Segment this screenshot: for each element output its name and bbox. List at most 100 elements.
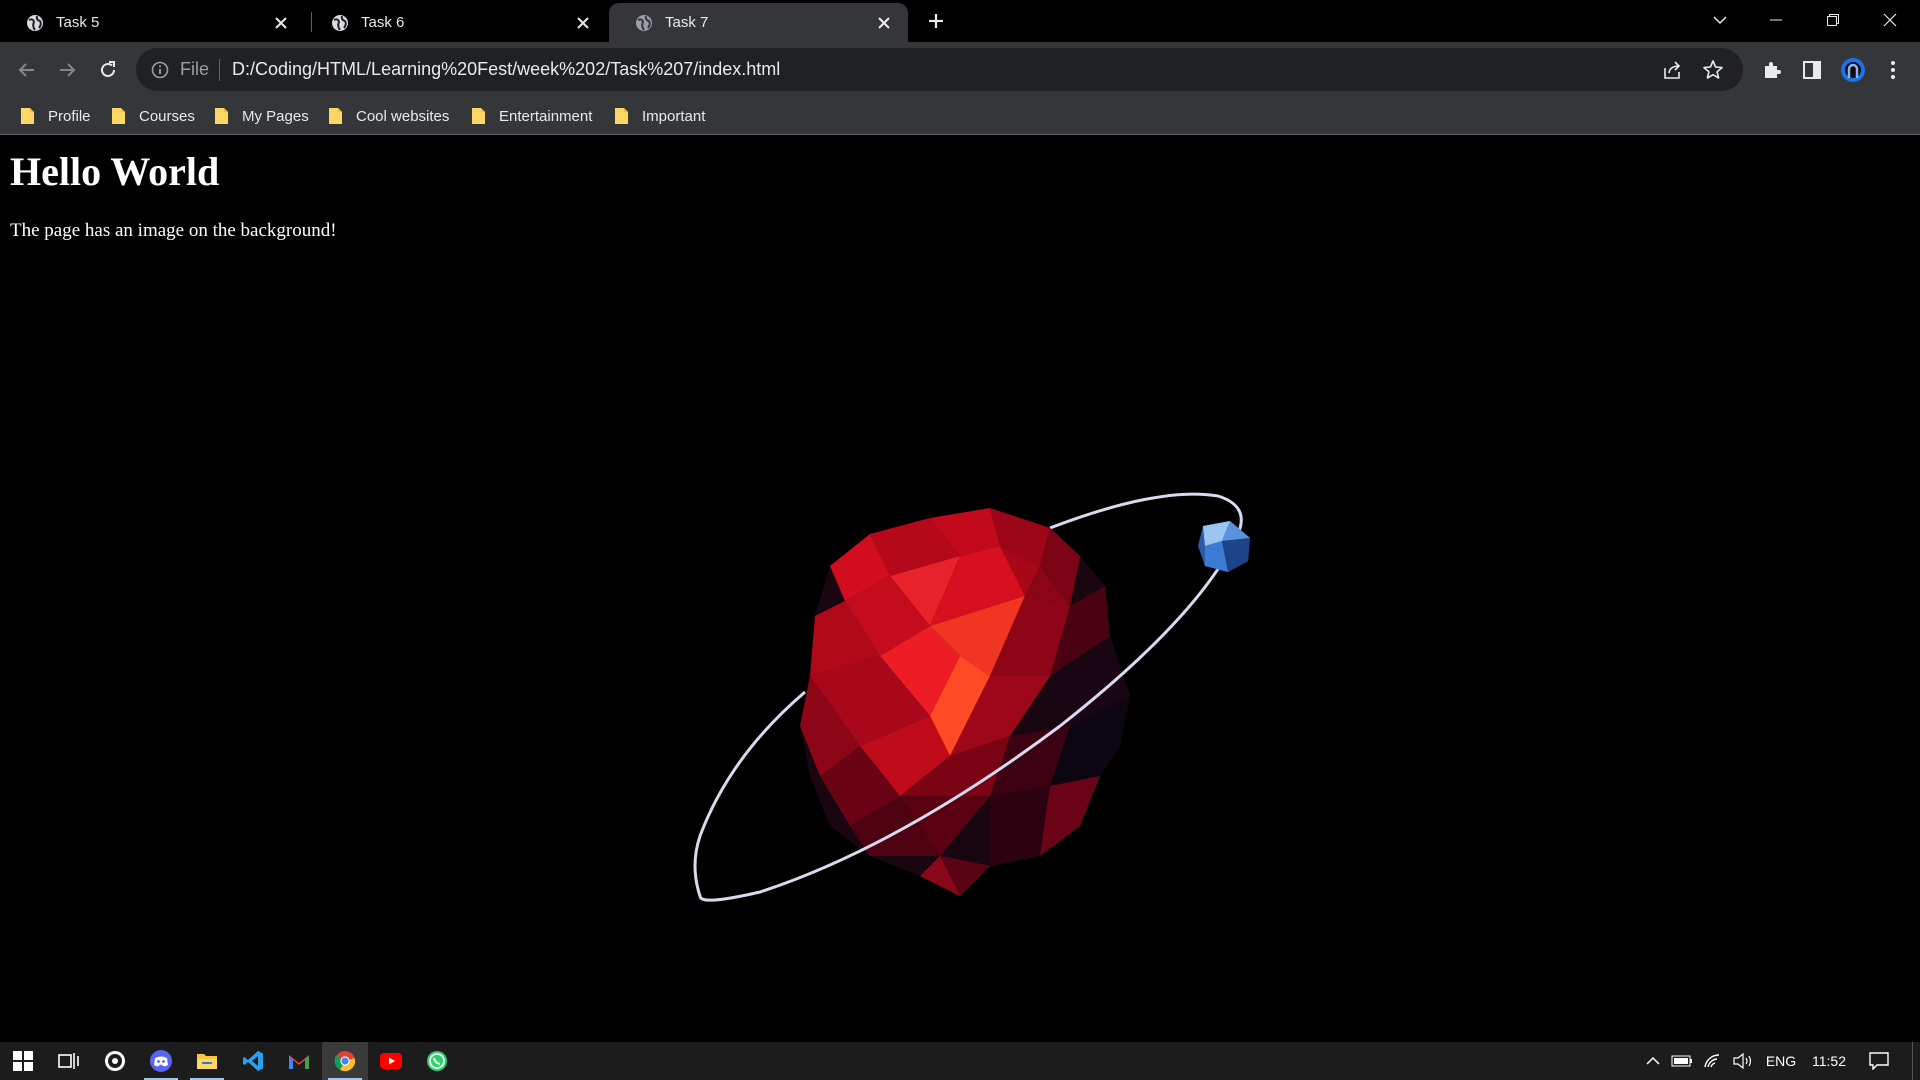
tab-task-5[interactable]: Task 5 (0, 3, 305, 42)
whatsapp-icon (427, 1051, 447, 1071)
bookmark-courses[interactable]: Courses (111, 104, 195, 128)
tab-task-6[interactable]: Task 6 (305, 3, 607, 42)
globe-icon (26, 14, 44, 32)
tab-title: Task 7 (665, 14, 709, 31)
address-divider (219, 58, 221, 81)
folder-icon (20, 107, 36, 125)
bookmark-label: Important (642, 107, 706, 125)
windows-taskbar: ENG 11:52 (0, 1042, 1920, 1080)
taskbar-app-vscode[interactable] (230, 1042, 276, 1080)
plus-icon (929, 14, 943, 28)
globe-icon (331, 14, 349, 32)
tab-search-button[interactable] (1692, 0, 1748, 40)
arrow-right-icon (60, 63, 76, 77)
bookmarks-bar: Profile Courses My Pages Cool websites E… (0, 97, 1920, 135)
wifi-icon (1704, 1054, 1720, 1068)
extensions-button[interactable] (1755, 53, 1789, 87)
bookmark-entertainment[interactable]: Entertainment (471, 104, 592, 128)
folder-icon (197, 1054, 217, 1069)
taskbar-app-discord[interactable] (138, 1042, 184, 1080)
notification-center-button[interactable] (1862, 1042, 1896, 1080)
folder-icon (214, 107, 230, 125)
volume-control[interactable] (1728, 1042, 1758, 1080)
profile-avatar[interactable] (1836, 53, 1870, 87)
youtube-icon (380, 1053, 402, 1069)
vscode-icon (243, 1051, 263, 1071)
show-hidden-icons-button[interactable] (1640, 1042, 1666, 1080)
chevron-down-icon (1713, 16, 1727, 25)
bookmark-label: Cool websites (356, 107, 450, 125)
windows-logo-icon (13, 1051, 33, 1071)
minimize-icon (1770, 19, 1782, 21)
discord-icon (150, 1050, 172, 1072)
speaker-icon (1733, 1053, 1752, 1069)
tab-title: Task 6 (361, 14, 405, 31)
puzzle-icon (1765, 62, 1781, 78)
bookmark-cool-websites[interactable]: Cool websites (328, 104, 449, 128)
taskbar-app-chrome[interactable] (322, 1042, 368, 1080)
bookmark-my-pages[interactable]: My Pages (214, 104, 309, 128)
address-bar[interactable]: File D:/Coding/HTML/Learning%20Fest/week… (136, 48, 1743, 91)
bookmark-profile[interactable]: Profile (20, 104, 91, 128)
taskbar-app-youtube[interactable] (368, 1042, 414, 1080)
folder-icon (614, 107, 630, 125)
browser-toolbar: File D:/Coding/HTML/Learning%20Fest/week… (0, 42, 1920, 97)
restore-icon (1827, 14, 1839, 26)
page-heading: Hello World (10, 149, 220, 194)
close-tab-icon[interactable] (573, 13, 593, 33)
folder-icon (111, 107, 127, 125)
arrow-left-icon (18, 63, 34, 77)
new-tab-button[interactable] (922, 7, 950, 35)
notification-icon (1869, 1052, 1889, 1070)
taskbar-app-whatsapp[interactable] (414, 1042, 460, 1080)
folder-icon (328, 107, 344, 125)
system-clock[interactable]: 11:52 (1806, 1042, 1852, 1080)
close-tab-icon[interactable] (874, 13, 894, 33)
close-window-button[interactable] (1862, 0, 1918, 40)
bookmark-label: Courses (139, 107, 195, 125)
blue-moon (1198, 521, 1250, 572)
minimize-button[interactable] (1748, 0, 1804, 40)
show-desktop-button[interactable] (1912, 1042, 1920, 1080)
restore-button[interactable] (1805, 0, 1861, 40)
battery-icon (1671, 1055, 1692, 1067)
network-status[interactable] (1698, 1042, 1726, 1080)
reload-button[interactable] (91, 53, 125, 87)
address-scheme-label: File (180, 59, 210, 79)
chevron-up-icon (1646, 1056, 1660, 1065)
gmail-icon (289, 1055, 309, 1069)
forward-button[interactable] (50, 53, 84, 87)
avatar-icon (1841, 58, 1865, 82)
tab-title: Task 5 (56, 14, 100, 31)
page-paragraph: The page has an image on the background! (10, 220, 337, 241)
folder-icon (471, 107, 487, 125)
close-tab-icon[interactable] (271, 13, 291, 33)
side-panel-icon (1803, 61, 1821, 79)
side-panel-button[interactable] (1795, 53, 1829, 87)
bookmark-label: My Pages (242, 107, 309, 125)
chrome-menu-button[interactable] (1876, 53, 1910, 87)
tab-task-7[interactable]: Task 7 (609, 3, 908, 42)
site-info-icon[interactable] (150, 60, 170, 80)
reload-icon (101, 61, 115, 77)
task-view-button[interactable] (46, 1042, 92, 1080)
chrome-icon (334, 1051, 356, 1072)
red-planet (800, 508, 1130, 896)
input-language[interactable]: ENG (1760, 1042, 1802, 1080)
address-url[interactable]: D:/Coding/HTML/Learning%20Fest/week%202/… (232, 59, 780, 80)
bookmark-star-icon[interactable] (1699, 56, 1727, 84)
start-button[interactable] (0, 1042, 46, 1080)
taskbar-app-obs[interactable] (92, 1042, 138, 1080)
close-icon (1883, 13, 1897, 27)
task-view-icon (58, 1053, 79, 1069)
back-button[interactable] (10, 53, 44, 87)
page-viewport: Hello World The page has an image on the… (0, 136, 1920, 1042)
battery-status[interactable] (1668, 1042, 1696, 1080)
bookmark-important[interactable]: Important (614, 104, 705, 128)
bookmark-label: Entertainment (499, 107, 593, 125)
taskbar-app-gmail[interactable] (276, 1042, 322, 1080)
globe-icon (635, 14, 653, 32)
share-icon[interactable] (1659, 56, 1687, 84)
obs-icon (105, 1051, 125, 1071)
taskbar-app-file-explorer[interactable] (184, 1042, 230, 1080)
